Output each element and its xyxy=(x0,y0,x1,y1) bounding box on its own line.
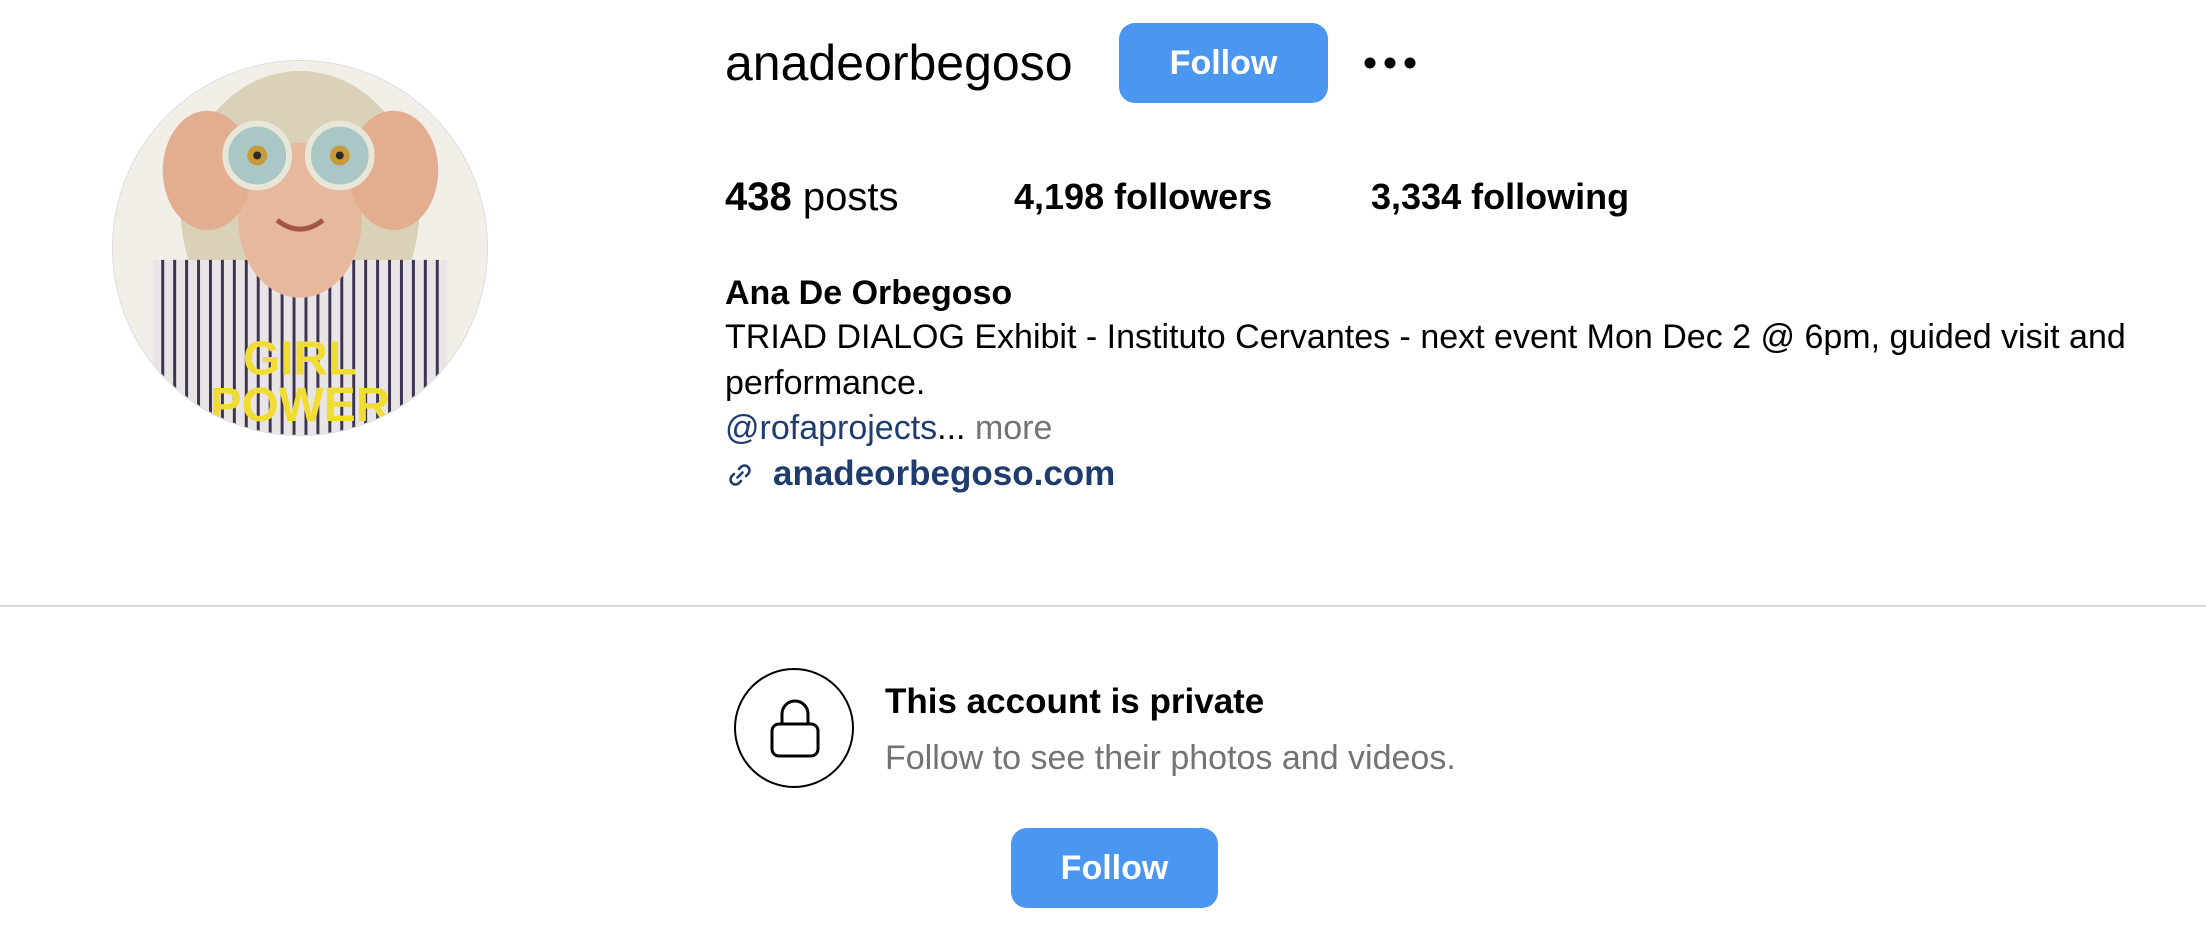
profile-avatar[interactable]: GIRL POWER xyxy=(112,60,488,436)
followers-number: 4,198 xyxy=(1014,176,1105,217)
ellipsis-icon[interactable] xyxy=(1357,38,1423,88)
follow-button[interactable]: Follow xyxy=(1119,23,1328,103)
bio-more-link[interactable]: more xyxy=(975,409,1052,447)
svg-text:GIRL: GIRL xyxy=(243,332,357,385)
following-number: 3,334 xyxy=(1371,176,1462,217)
mention-link[interactable]: @rofaprojects xyxy=(725,409,937,447)
posts-label: posts xyxy=(802,175,899,219)
bio-line-1: TRIAD DIALOG Exhibit - Instituto Cervant… xyxy=(725,318,2126,356)
following-count[interactable]: 3,334 following xyxy=(1371,172,1629,222)
lock-icon xyxy=(734,668,854,788)
private-account-subtitle: Follow to see their photos and videos. xyxy=(885,739,1456,777)
avatar-photo: GIRL POWER xyxy=(113,61,487,435)
svg-text:POWER: POWER xyxy=(210,379,390,432)
website-link[interactable]: anadeorbegoso.com xyxy=(773,451,1115,497)
followers-label: followers xyxy=(1114,176,1273,217)
posts-count: 438 posts xyxy=(725,172,898,222)
link-icon xyxy=(729,464,751,486)
following-label: following xyxy=(1471,176,1630,217)
followers-count[interactable]: 4,198 followers xyxy=(1014,172,1272,222)
profile-username: anadeorbegoso xyxy=(725,35,1073,91)
follow-button-private[interactable]: Follow xyxy=(1011,828,1218,908)
bio-mention-line: @rofaprojects... more xyxy=(725,405,1052,451)
bio-ellipsis: ... xyxy=(937,409,966,447)
bio-line-2: performance. xyxy=(725,364,926,402)
section-divider xyxy=(0,605,2206,607)
posts-number: 438 xyxy=(725,175,792,219)
private-account-title: This account is private xyxy=(885,682,1265,721)
profile-full-name: Ana De Orbegoso xyxy=(725,274,1013,312)
